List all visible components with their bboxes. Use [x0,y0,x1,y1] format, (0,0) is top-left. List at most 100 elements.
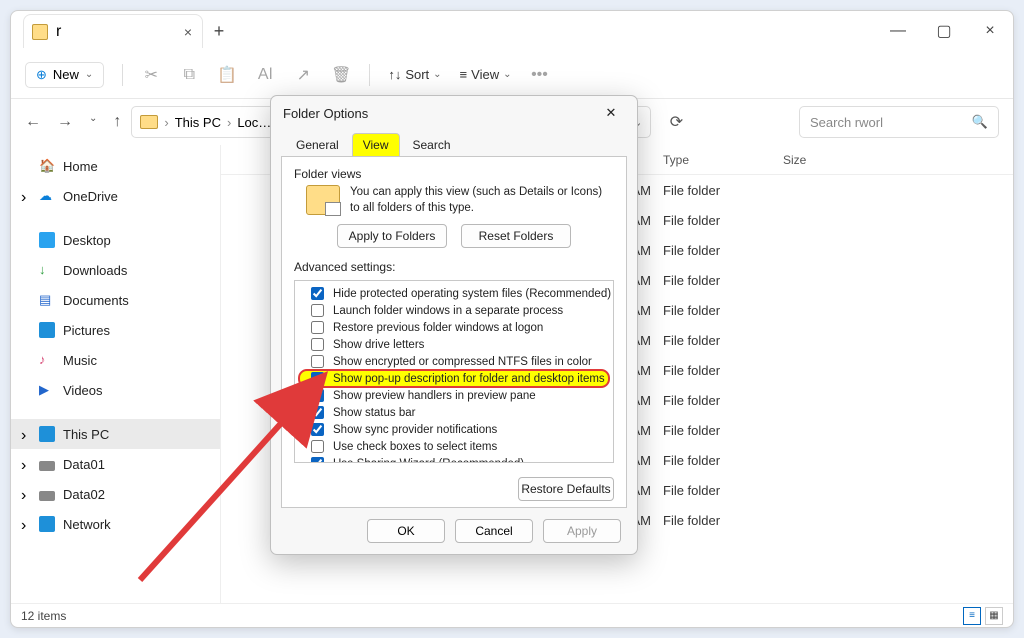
details-view-icon[interactable]: ≡ [963,607,981,625]
view-button[interactable]: ≡ View ⌄ [460,67,512,82]
advanced-setting-item[interactable]: Hide protected operating system files (R… [299,285,609,302]
chevron-right-icon[interactable]: › [21,457,26,475]
delete-icon[interactable]: 🗑 [331,65,351,85]
advanced-setting-item[interactable]: Show pop-up description for folder and d… [299,370,609,387]
ok-button[interactable]: OK [367,519,445,543]
advanced-setting-item[interactable]: Show status bar [299,404,609,421]
row-type: File folder [651,513,771,528]
setting-checkbox[interactable] [311,304,324,317]
chevron-right-icon[interactable]: › [21,189,26,207]
setting-checkbox[interactable] [311,406,324,419]
setting-checkbox[interactable] [311,321,324,334]
up-button[interactable]: ↑ [113,113,121,131]
item-count: 12 items [21,609,66,623]
folder-icon [140,115,158,129]
sidebar-label: Music [63,353,97,368]
back-button[interactable]: ← [25,113,41,131]
paste-icon[interactable]: 📋 [217,65,237,85]
apply-to-folders-button[interactable]: Apply to Folders [337,224,447,248]
col-size[interactable]: Size [771,153,871,167]
setting-checkbox[interactable] [311,457,324,463]
advanced-setting-item[interactable]: Restore previous folder windows at logon [299,319,609,336]
refresh-button[interactable]: ⟳ [661,112,691,132]
dialog-title-bar: Folder Options ✕ [271,96,637,130]
setting-checkbox[interactable] [311,372,324,385]
sidebar-item-network[interactable]: Network [11,509,220,539]
crumb-loc[interactable]: Loc… [237,115,271,130]
row-type: File folder [651,423,771,438]
chevron-right-icon[interactable]: › [21,517,26,535]
minimize-button[interactable]: — [875,15,921,47]
advanced-setting-item[interactable]: Launch folder windows in a separate proc… [299,302,609,319]
sidebar-item-data02[interactable]: Data02 [11,479,220,509]
window-tab[interactable]: r × [23,14,203,48]
search-input[interactable]: Search rworl 🔍 [799,106,999,138]
folder-icon [32,24,48,40]
sidebar-item-onedrive[interactable]: ☁ OneDrive [11,181,220,211]
forward-button[interactable]: → [57,113,73,131]
restore-defaults-button[interactable]: Restore Defaults [518,477,614,501]
sidebar-item-documents[interactable]: ▤Documents [11,285,220,315]
large-icons-view-icon[interactable]: ▦ [985,607,1003,625]
nav-arrows: ← → ⌄ ↑ [25,113,121,131]
setting-checkbox[interactable] [311,355,324,368]
advanced-setting-item[interactable]: Show preview handlers in preview pane [299,387,609,404]
col-type[interactable]: Type [651,153,771,167]
cut-icon[interactable]: ✂ [141,65,161,85]
sidebar-item-thispc[interactable]: This PC [11,419,220,449]
sidebar-item-pictures[interactable]: Pictures [11,315,220,345]
folder-views-icon [306,185,340,215]
new-button[interactable]: ⊕ New ⌄ [25,62,104,88]
setting-checkbox[interactable] [311,440,324,453]
more-icon[interactable]: ••• [529,65,549,85]
sidebar-item-data01[interactable]: Data01 [11,449,220,479]
setting-checkbox[interactable] [311,423,324,436]
chevron-right-icon[interactable]: › [21,487,26,505]
folder-options-dialog: Folder Options ✕ General View Search Fol… [270,95,638,555]
sort-button[interactable]: ↑↓ Sort ⌄ [388,67,441,82]
advanced-setting-item[interactable]: Show encrypted or compressed NTFS files … [299,353,609,370]
chevron-right-icon[interactable]: › [21,427,26,445]
download-icon: ↓ [39,262,55,278]
pc-icon [39,426,55,442]
advanced-settings-label: Advanced settings: [294,260,614,274]
advanced-setting-item[interactable]: Show sync provider notifications [299,421,609,438]
chevron-right-icon: › [164,115,168,130]
setting-checkbox[interactable] [311,338,324,351]
advanced-setting-item[interactable]: Use Sharing Wizard (Recommended) [299,455,609,463]
apply-button[interactable]: Apply [543,519,621,543]
share-icon[interactable]: ↗ [293,65,313,85]
setting-label: Hide protected operating system files (R… [333,288,611,300]
cloud-icon: ☁ [39,188,55,204]
crumb-thispc[interactable]: This PC [175,115,221,130]
close-icon[interactable]: ✕ [597,99,625,127]
copy-icon[interactable]: ⧉ [179,65,199,85]
folder-views-title: Folder views [294,167,614,181]
sidebar-label: Desktop [63,233,111,248]
advanced-setting-item[interactable]: Show drive letters [299,336,609,353]
advanced-settings-list[interactable]: Hide protected operating system files (R… [294,280,614,463]
sidebar-item-videos[interactable]: ▶Videos [11,375,220,405]
tab-general[interactable]: General [285,133,350,156]
close-tab-icon[interactable]: × [184,24,192,40]
sidebar-item-desktop[interactable]: Desktop [11,225,220,255]
advanced-setting-item[interactable]: Use check boxes to select items [299,438,609,455]
dialog-tabs: General View Search [271,130,637,156]
up-button[interactable]: ⌄ [89,113,97,131]
tab-search[interactable]: Search [402,133,462,156]
setting-checkbox[interactable] [311,287,324,300]
reset-folders-button[interactable]: Reset Folders [461,224,571,248]
maximize-button[interactable]: ▢ [921,15,967,47]
setting-checkbox[interactable] [311,389,324,402]
sort-icon: ↑↓ [388,67,401,82]
tab-view[interactable]: View [352,133,400,156]
cancel-button[interactable]: Cancel [455,519,533,543]
sidebar-item-music[interactable]: ♪Music [11,345,220,375]
sidebar-item-home[interactable]: 🏠Home [11,151,220,181]
new-tab-button[interactable]: + [203,15,235,47]
sidebar-item-downloads[interactable]: ↓Downloads [11,255,220,285]
view-label: View [471,67,499,82]
sidebar-label: OneDrive [63,189,118,204]
rename-icon[interactable]: Aǀ [255,65,275,85]
close-window-button[interactable]: × [967,15,1013,47]
